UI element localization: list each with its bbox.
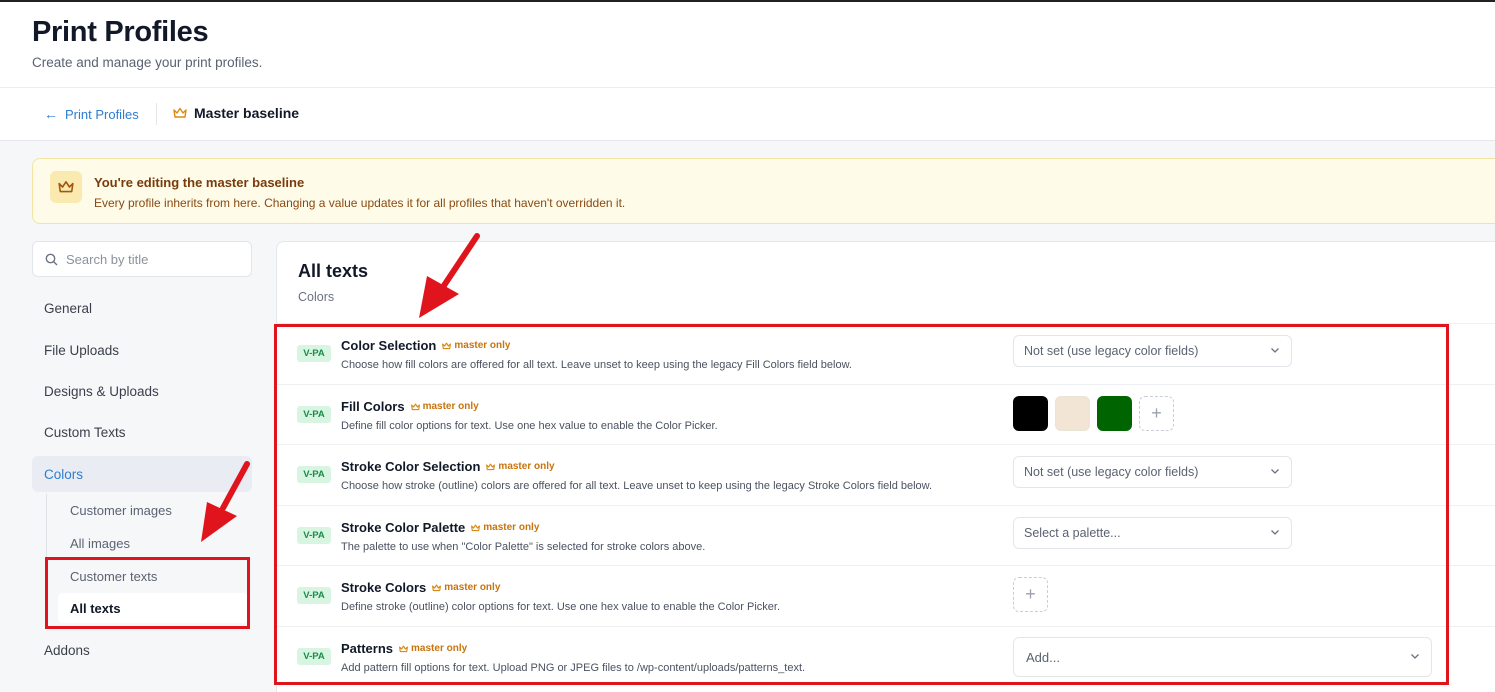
crown-icon — [432, 584, 442, 591]
crown-icon — [173, 107, 187, 118]
master-only-tag: master only — [442, 340, 511, 351]
breadcrumb: ← Print Profiles Master baseline — [0, 88, 1495, 141]
breadcrumb-current-label: Master baseline — [194, 105, 300, 121]
setting-title-label: Color Selection — [341, 338, 437, 353]
sidebar-subitem-customer-images[interactable]: Customer images — [58, 495, 248, 525]
setting-row-stroke-colors: V-PA Stroke Colors master only Define st… — [277, 565, 1495, 626]
setting-row-color-selection: V-PA Color Selection master only Choose … — [277, 323, 1495, 384]
back-link-label: Print Profiles — [65, 106, 139, 122]
setting-title: Fill Colors master only — [341, 399, 479, 414]
setting-row-fill-colors: V-PA Fill Colors master only Define fill… — [277, 384, 1495, 445]
add-fill-color-button[interactable]: + — [1139, 396, 1174, 431]
sidebar-item-colors[interactable]: Colors — [32, 456, 252, 492]
setting-row-patterns: V-PA Patterns master only Add pattern fi… — [277, 626, 1495, 687]
page-subtitle: Create and manage your print profiles. — [32, 55, 263, 70]
arrow-left-icon: ← — [44, 106, 58, 122]
setting-description: Choose how stroke (outline) colors are o… — [341, 480, 933, 492]
settings-panel: All texts Colors V-PA Color Selection ma… — [276, 241, 1495, 692]
sidebar-subitem-all-images[interactable]: All images — [58, 528, 248, 558]
color-selection-dropdown[interactable]: Not set (use legacy color fields) — [1013, 335, 1292, 367]
crown-icon — [410, 403, 420, 410]
master-only-label: master only — [411, 643, 468, 654]
chevron-down-icon — [1411, 654, 1419, 659]
stroke-color-selection-dropdown[interactable]: Not set (use legacy color fields) — [1013, 456, 1292, 488]
chevron-down-icon — [1271, 348, 1279, 353]
sidebar-item-custom-texts[interactable]: Custom Texts — [32, 414, 252, 450]
search-icon — [45, 253, 58, 265]
page-title: Print Profiles — [32, 16, 209, 48]
dropdown-value: Not set (use legacy color fields) — [1024, 465, 1199, 479]
setting-description: Define stroke (outline) color options fo… — [341, 601, 781, 613]
master-only-tag: master only — [486, 461, 555, 472]
master-only-tag: master only — [432, 582, 500, 593]
setting-title: Color Selection master only — [341, 338, 511, 353]
color-swatch-green[interactable] — [1097, 396, 1132, 431]
dropdown-value: Select a palette... — [1024, 526, 1121, 540]
version-badge: V-PA — [297, 345, 331, 362]
crown-icon — [471, 524, 481, 531]
master-baseline-banner: You're editing the master baseline Every… — [32, 158, 1495, 224]
breadcrumb-divider — [156, 103, 157, 125]
setting-title: Stroke Color Palette master only — [341, 520, 539, 535]
submenu-guide-line — [46, 494, 47, 626]
plus-icon: + — [1025, 584, 1036, 604]
color-swatch-beige[interactable] — [1055, 396, 1090, 431]
panel-subtitle: Colors — [298, 290, 335, 304]
setting-description: The palette to use when "Color Palette" … — [341, 541, 706, 553]
sidebar-item-designs-uploads[interactable]: Designs & Uploads — [32, 373, 252, 409]
search-input[interactable] — [66, 251, 236, 267]
banner-title: You're editing the master baseline — [94, 175, 305, 190]
panel-title: All texts — [298, 261, 369, 281]
master-only-label: master only — [422, 401, 479, 412]
setting-title-label: Patterns — [341, 641, 394, 656]
setting-title-label: Stroke Color Selection — [341, 459, 481, 474]
setting-title: Patterns master only — [341, 641, 467, 656]
page-header: Print Profiles Create and manage your pr… — [0, 2, 1495, 88]
dropdown-value: Add... — [1026, 649, 1060, 665]
master-only-tag: master only — [471, 522, 539, 533]
dropdown-value: Not set (use legacy color fields) — [1024, 344, 1199, 358]
add-stroke-color-button[interactable]: + — [1013, 577, 1048, 612]
master-only-label: master only — [454, 340, 511, 351]
sidebar-item-general[interactable]: General — [32, 290, 252, 326]
sidebar-item-file-uploads[interactable]: File Uploads — [32, 332, 252, 368]
setting-title-label: Fill Colors — [341, 399, 405, 414]
crown-icon — [486, 463, 496, 470]
setting-row-stroke-color-selection: V-PA Stroke Color Selection master only … — [277, 444, 1495, 505]
sidebar-item-addons[interactable]: Addons — [32, 632, 252, 668]
version-badge: V-PA — [297, 648, 331, 665]
back-to-print-profiles-link[interactable]: ← Print Profiles — [44, 106, 139, 122]
master-only-label: master only — [444, 582, 501, 593]
setting-title: Stroke Color Selection master only — [341, 459, 555, 474]
sidebar-subitem-customer-texts[interactable]: Customer texts — [58, 561, 248, 591]
plus-icon: + — [1151, 403, 1162, 423]
master-only-label: master only — [498, 461, 555, 472]
master-only-tag: master only — [399, 643, 467, 654]
banner-text: Every profile inherits from here. Changi… — [94, 196, 626, 210]
setting-title: Stroke Colors master only — [341, 580, 500, 595]
setting-row-stroke-color-palette: V-PA Stroke Color Palette master only Th… — [277, 505, 1495, 566]
stroke-palette-dropdown[interactable]: Select a palette... — [1013, 517, 1292, 549]
version-badge: V-PA — [297, 466, 331, 483]
setting-title-label: Stroke Color Palette — [341, 520, 466, 535]
setting-title-label: Stroke Colors — [341, 580, 427, 595]
setting-description: Define fill color options for text. Use … — [341, 420, 718, 432]
setting-description: Add pattern fill options for text. Uploa… — [341, 662, 806, 674]
chevron-down-icon — [1271, 530, 1279, 535]
breadcrumb-current: Master baseline — [173, 105, 299, 121]
search-field — [32, 241, 252, 277]
color-swatch-black[interactable] — [1013, 396, 1048, 431]
setting-description: Choose how fill colors are offered for a… — [341, 359, 852, 371]
master-only-tag: master only — [410, 401, 479, 412]
version-badge: V-PA — [297, 587, 331, 604]
master-only-label: master only — [483, 522, 540, 533]
banner-crown-icon — [50, 171, 82, 203]
sidebar-subitem-all-texts[interactable]: All texts — [58, 593, 248, 623]
version-badge: V-PA — [297, 406, 331, 423]
crown-icon — [442, 342, 452, 349]
chevron-down-icon — [1271, 469, 1279, 474]
patterns-dropdown[interactable]: Add... — [1013, 637, 1432, 677]
version-badge: V-PA — [297, 527, 331, 544]
crown-icon — [399, 645, 408, 652]
